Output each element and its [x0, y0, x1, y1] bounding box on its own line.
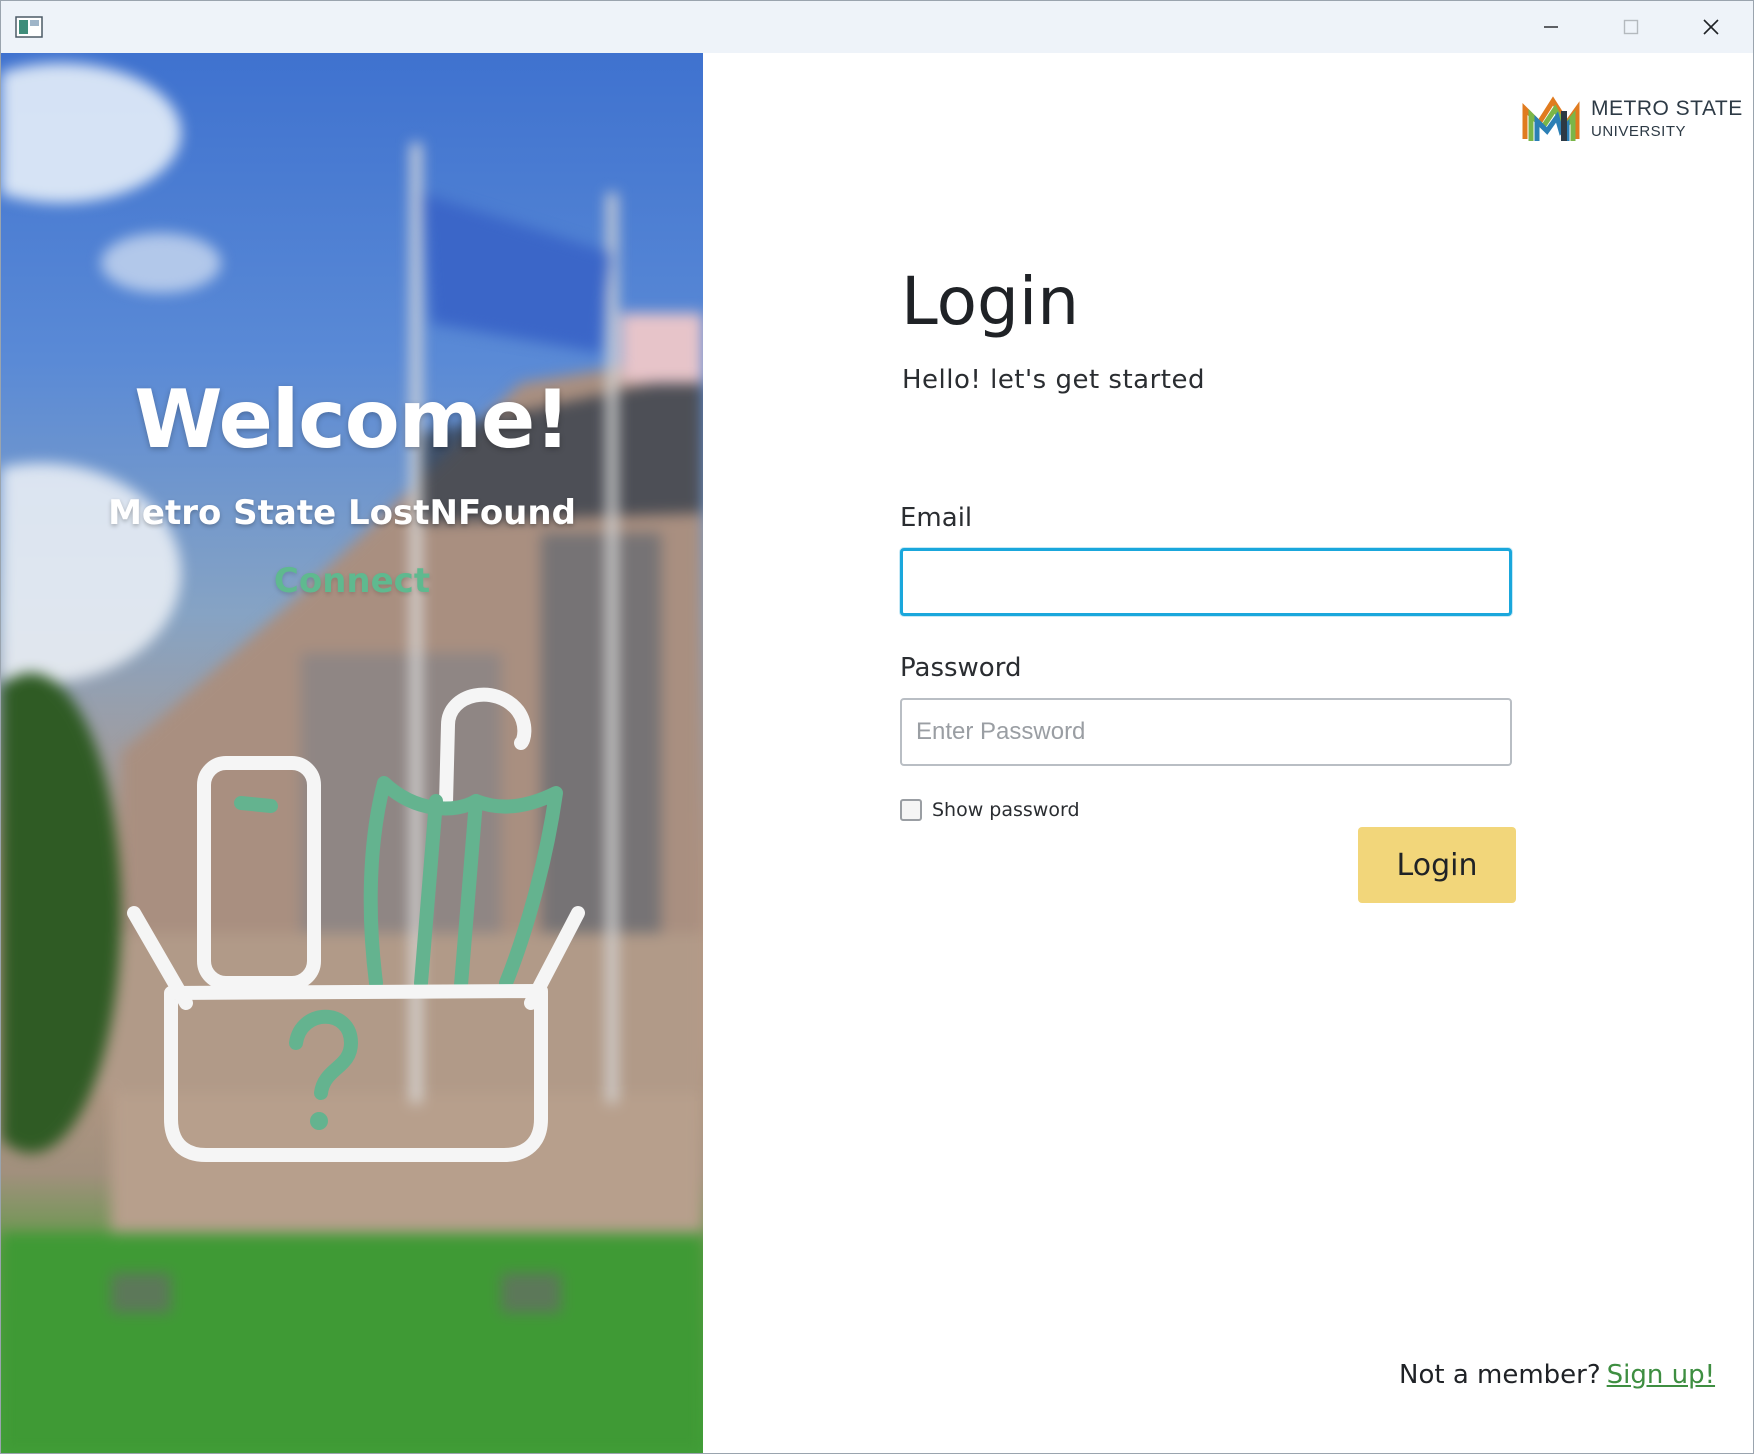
metro-state-logo-icon — [1522, 96, 1580, 141]
close-icon — [1703, 19, 1719, 35]
close-button[interactable] — [1671, 1, 1751, 53]
maximize-button[interactable] — [1591, 1, 1671, 53]
password-input[interactable] — [900, 698, 1512, 766]
signup-prompt: Not a member? Sign up! — [1399, 1360, 1715, 1390]
minimize-icon — [1544, 26, 1558, 28]
title-bar[interactable] — [1, 1, 1753, 53]
password-label: Password — [900, 653, 1022, 683]
login-button[interactable]: Login — [1358, 827, 1516, 903]
app-icon — [15, 16, 43, 38]
maximize-icon — [1623, 19, 1639, 35]
tagline: Connect — [273, 561, 431, 601]
show-password-label[interactable]: Show password — [932, 799, 1080, 821]
login-panel: METRO STATE UNIVERSITY Login Hello! let'… — [703, 53, 1753, 1453]
app-name: Metro State LostNFound — [108, 493, 576, 533]
login-window: Welcome! Metro State LostNFound Connect — [0, 0, 1754, 1454]
email-input[interactable] — [900, 548, 1512, 616]
lost-and-found-box-icon — [127, 687, 585, 1162]
welcome-heading: Welcome! — [134, 373, 571, 466]
show-password-row[interactable]: Show password — [900, 797, 1080, 823]
show-password-checkbox[interactable] — [900, 799, 922, 821]
email-label: Email — [900, 503, 973, 533]
page-title: Login — [901, 263, 1080, 340]
logo-text-secondary: UNIVERSITY — [1591, 123, 1687, 140]
hero-panel: Welcome! Metro State LostNFound Connect — [1, 53, 703, 1453]
logo-text-primary: METRO STATE — [1591, 97, 1743, 120]
university-logo: METRO STATE UNIVERSITY — [1521, 87, 1751, 147]
signup-link[interactable]: Sign up! — [1607, 1360, 1715, 1390]
signup-prompt-text: Not a member? — [1399, 1360, 1601, 1390]
minimize-button[interactable] — [1511, 1, 1591, 53]
page-subtitle: Hello! let's get started — [902, 365, 1205, 395]
